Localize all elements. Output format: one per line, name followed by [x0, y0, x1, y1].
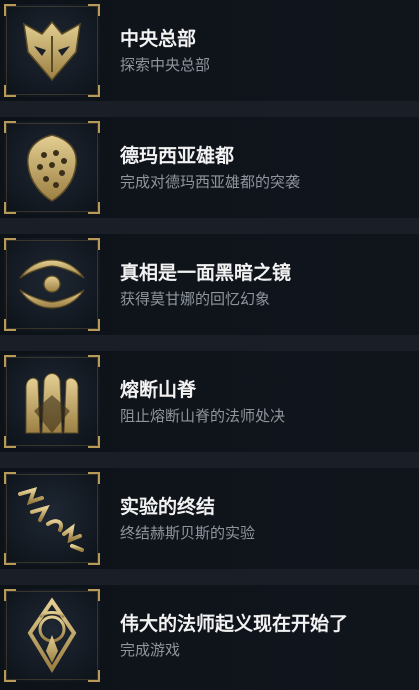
achievement-row[interactable]: 真相是一面黑暗之镜 获得莫甘娜的回忆幻象: [0, 234, 419, 335]
statues-emblem-icon: [25, 373, 79, 434]
mage-sigil-emblem-icon: [27, 597, 77, 673]
achievement-description: 探索中央总部: [120, 56, 211, 74]
achievement-icon-frame: [4, 472, 100, 565]
achievement-description: 获得莫甘娜的回忆幻象: [120, 290, 271, 308]
achievement-description: 完成对德玛西亚雄都的突袭: [120, 173, 301, 191]
achievement-title: 德玛西亚雄都: [120, 145, 235, 167]
achievement-row[interactable]: 德玛西亚雄都 完成对德玛西亚雄都的突袭: [0, 117, 419, 218]
achievement-description: 阻止熔断山脊的法师处决: [120, 407, 286, 425]
eye-emblem-icon: [19, 259, 85, 309]
achievement-title: 实验的终结: [120, 496, 216, 518]
achievement-row[interactable]: 中央总部 探索中央总部: [0, 0, 419, 101]
row-divider: [0, 101, 419, 117]
achievement-description: 完成游戏: [120, 641, 181, 659]
shield-emblem-icon: [27, 134, 77, 202]
achievement-icon-frame: [4, 355, 100, 448]
achievement-icon-frame: [4, 589, 100, 682]
row-divider: [0, 452, 419, 468]
achievement-icon-frame: [4, 121, 100, 214]
broken-runes-emblem-icon: [18, 487, 84, 552]
achievement-icon-frame: [4, 238, 100, 331]
achievement-title: 伟大的法师起义现在开始了: [120, 613, 349, 635]
achievement-row[interactable]: 实验的终结 终结赫斯贝斯的实验: [0, 468, 419, 569]
mask-emblem-icon: [23, 20, 81, 82]
achievement-description: 终结赫斯贝斯的实验: [120, 524, 256, 542]
achievement-icon-frame: [4, 4, 100, 97]
achievement-list: 中央总部 探索中央总部 德玛西亚雄都 完成对德玛西亚雄都的突袭 真相是一面黑暗之…: [0, 0, 419, 690]
row-divider: [0, 335, 419, 351]
achievement-title: 熔断山脊: [120, 379, 197, 401]
achievement-title: 中央总部: [120, 28, 197, 50]
achievement-title: 真相是一面黑暗之镜: [120, 262, 292, 284]
row-divider: [0, 218, 419, 234]
achievement-row[interactable]: 熔断山脊 阻止熔断山脊的法师处决: [0, 351, 419, 452]
row-divider: [0, 569, 419, 585]
achievement-row[interactable]: 伟大的法师起义现在开始了 完成游戏: [0, 585, 419, 690]
